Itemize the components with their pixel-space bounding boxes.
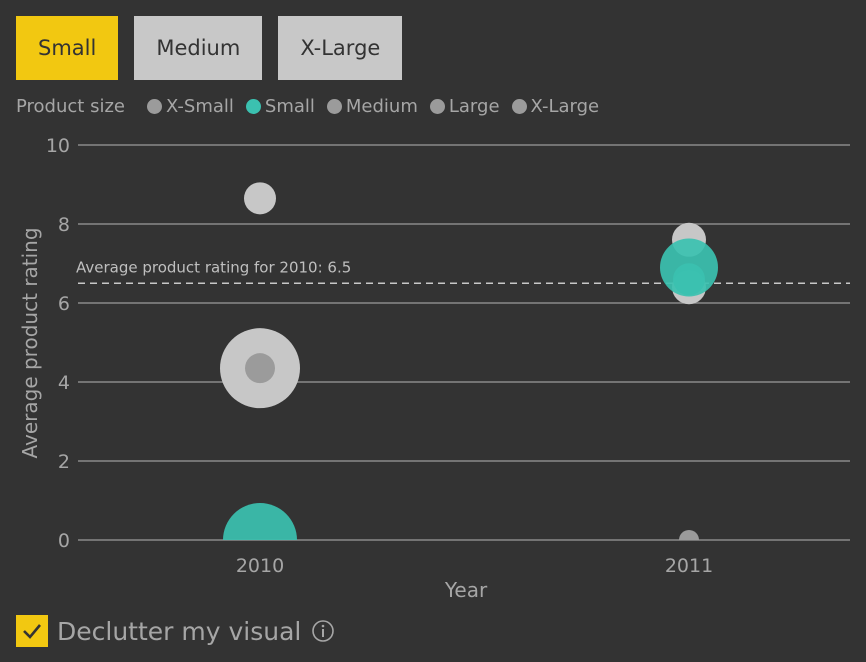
y-tick-label: 6 (58, 293, 70, 315)
data-point-x-small (679, 530, 699, 540)
y-tick-label: 2 (58, 451, 70, 473)
x-tick-label: 2010 (236, 555, 284, 577)
declutter-label: Declutter my visual (57, 616, 302, 646)
x-tick-label: 2011 (665, 555, 713, 577)
y-tick-label: 0 (58, 530, 70, 552)
checkmark-icon (23, 624, 41, 639)
declutter-checkbox[interactable] (16, 615, 48, 647)
x-axis-title: Year (444, 578, 488, 602)
y-tick-label: 8 (58, 214, 70, 236)
info-icon[interactable] (311, 619, 335, 643)
data-point-small (673, 263, 705, 296)
data-point-x-small (245, 353, 275, 384)
y-tick-label: 4 (58, 372, 70, 394)
y-axis-title: Average product rating (18, 227, 42, 458)
declutter-toggle: Declutter my visual (16, 614, 335, 648)
y-tick-label: 10 (46, 135, 70, 157)
scatter-chart: Average product rating for 2010: 6.5 Ave… (18, 135, 850, 602)
reference-line-label: Average product rating for 2010: 6.5 (76, 258, 351, 276)
data-point-large (244, 182, 276, 215)
